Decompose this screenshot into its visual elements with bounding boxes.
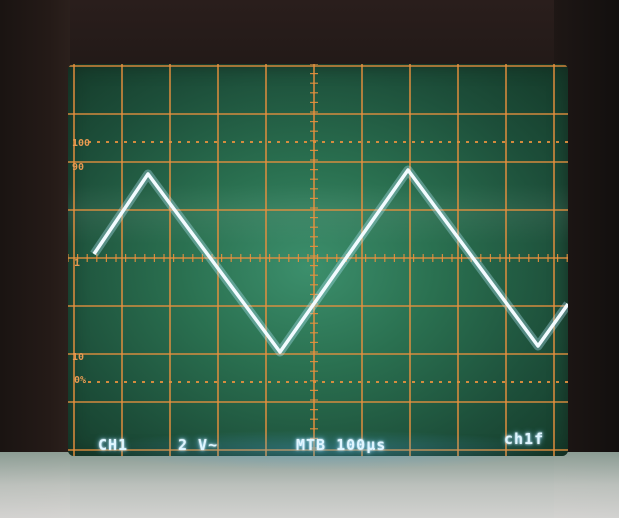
oscilloscope-screen <box>68 64 568 456</box>
marker-90: 90 <box>72 162 85 173</box>
volts-per-div-readout: 2 V~ <box>178 436 219 454</box>
bezel-left <box>0 0 70 518</box>
marker-100: 100 <box>72 138 91 149</box>
timebase-readout: MTB 100µs <box>296 436 387 454</box>
marker-0: 0% <box>74 375 87 386</box>
oscilloscope-photo: 100 90 1 10 0% CH1 2 V~ MTB 100µs ch1f <box>0 0 619 518</box>
graticule <box>68 64 568 456</box>
marker-10: 10 <box>72 352 85 363</box>
marker-ground: 1 <box>74 258 81 269</box>
triangle-waveform-trace <box>92 168 568 354</box>
trigger-readout: ch1f <box>504 430 545 448</box>
channel-readout: CH1 <box>98 436 129 454</box>
